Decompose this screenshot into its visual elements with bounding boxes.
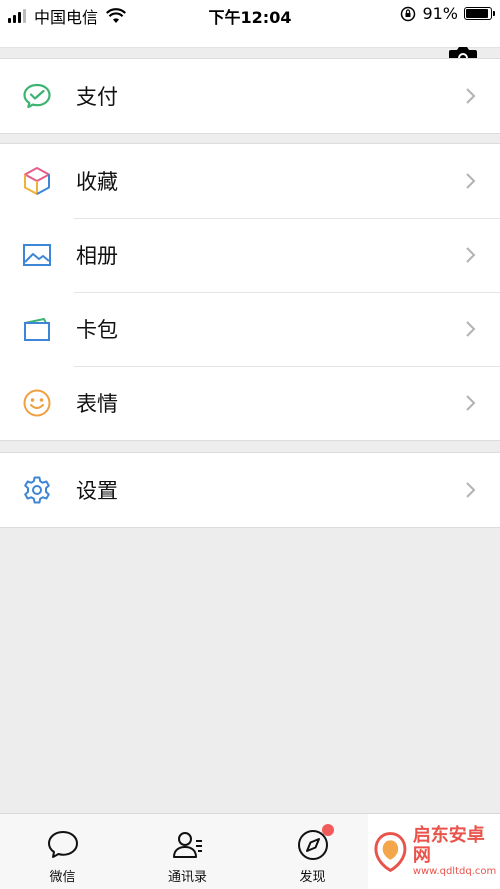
chevron-right-icon <box>466 88 476 104</box>
chevron-right-icon <box>466 321 476 337</box>
chevron-right-icon <box>466 395 476 411</box>
menu-item-settings[interactable]: 设置 <box>0 453 500 527</box>
menu-item-label: 相册 <box>76 244 118 268</box>
pay-icon <box>22 81 52 111</box>
tab-label: 发现 <box>299 870 326 885</box>
tools-group: 收藏 相册 卡包 表情 <box>0 143 500 441</box>
battery-icon <box>464 7 495 20</box>
settings-gear-icon <box>22 475 52 505</box>
watermark-title: 启东安卓网 <box>412 825 485 866</box>
chevron-right-icon <box>466 173 476 189</box>
watermark-url: www.qdltdq.com <box>412 865 497 877</box>
battery-percent: 91% <box>422 4 458 23</box>
contacts-icon <box>172 832 202 858</box>
tab-label: 微信 <box>49 870 76 885</box>
pay-group: 支付 <box>0 58 500 134</box>
menu-item-label: 卡包 <box>76 318 118 342</box>
sticker-smiley-icon <box>22 388 52 418</box>
me-page: 中国电信 下午12:04 91% 支付 收藏 相册 卡包 表情 设置 微信 通讯… <box>0 0 500 889</box>
menu-item-album[interactable]: 相册 <box>0 218 500 292</box>
chevron-right-icon <box>466 482 476 498</box>
menu-item-stickers[interactable]: 表情 <box>0 366 500 440</box>
notification-badge <box>322 824 334 836</box>
tab-label: 通讯录 <box>167 870 207 885</box>
menu-item-label: 设置 <box>76 479 118 503</box>
card-wallet-icon <box>22 314 52 344</box>
menu-item-label: 支付 <box>76 85 118 109</box>
status-bar: 中国电信 下午12:04 91% <box>0 0 500 28</box>
menu-item-label: 表情 <box>76 392 118 416</box>
settings-group: 设置 <box>0 452 500 528</box>
watermark-logo: 启东安卓网 www.qdltdq.com <box>368 814 500 889</box>
chat-bubble-icon <box>47 831 78 858</box>
page-header <box>0 28 500 48</box>
tab-chats[interactable]: 微信 <box>0 814 125 889</box>
watermark-logo-icon <box>374 831 407 872</box>
menu-item-label: 收藏 <box>76 170 118 194</box>
album-picture-icon <box>22 240 52 270</box>
chevron-right-icon <box>466 247 476 263</box>
menu-item-pay[interactable]: 支付 <box>0 59 500 133</box>
menu-item-favorites[interactable]: 收藏 <box>0 144 500 218</box>
rotation-lock-icon <box>401 6 416 21</box>
tab-contacts[interactable]: 通讯录 <box>125 814 250 889</box>
tab-discover[interactable]: 发现 <box>250 814 375 889</box>
favorites-cube-icon <box>22 166 52 196</box>
menu-item-card-wallet[interactable]: 卡包 <box>0 292 500 366</box>
